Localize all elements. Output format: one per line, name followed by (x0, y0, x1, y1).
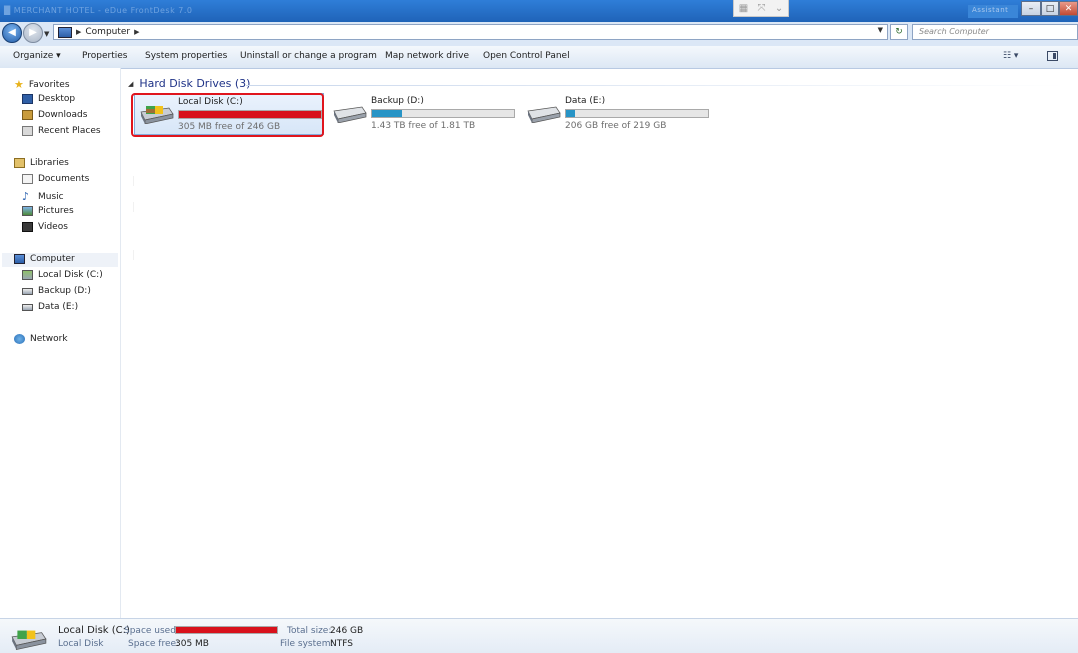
star-icon: ★ (14, 78, 24, 91)
libraries-icon (14, 158, 25, 168)
breadcrumb-separator-icon[interactable]: ▶ (76, 28, 81, 36)
nav-item-computer[interactable]: Computer (14, 254, 75, 264)
drive-free-space: 1.43 TB free of 1.81 TB (371, 121, 476, 131)
search-input[interactable]: Search Computer (912, 24, 1078, 40)
command-bar: Organize ▾ Properties System properties … (0, 46, 1078, 69)
details-drive-type: Local Disk (58, 639, 104, 649)
nav-item-documents[interactable]: Documents (22, 174, 89, 184)
drive-name: Backup (D:) (371, 96, 424, 106)
drive-icon (527, 106, 561, 123)
uninstall-button[interactable]: Uninstall or change a program (240, 51, 377, 61)
faint-mark (133, 202, 134, 212)
nav-item-recent-places[interactable]: Recent Places (22, 126, 101, 136)
system-drive-icon (11, 630, 47, 650)
navigation-pane: ★ Favorites Desktop Downloads Recent Pla… (0, 68, 121, 618)
nav-item-network[interactable]: Network (14, 334, 68, 344)
faint-mark (133, 176, 134, 186)
title-bar: █ MERCHANT HOTEL - eDue FrontDesk 7.0 ▦ … (0, 0, 1078, 22)
ghost-user: Assistant (968, 5, 1018, 18)
close-button[interactable]: ✕ (1059, 1, 1078, 16)
organize-button[interactable]: Organize ▾ (13, 51, 61, 61)
recent-pages-dropdown-icon[interactable]: ▼ (44, 30, 49, 38)
open-control-panel-button[interactable]: Open Control Panel (483, 51, 570, 61)
nav-item-pictures[interactable]: Pictures (22, 206, 74, 216)
minimize-button[interactable]: – (1021, 1, 1041, 16)
drive-usage-fill (566, 110, 575, 117)
nav-item-music[interactable]: ♪ Music (22, 190, 64, 203)
music-icon: ♪ (22, 190, 30, 203)
drive-icon (333, 106, 367, 123)
breadcrumb-separator-icon[interactable]: ▶ (134, 28, 139, 36)
details-pane: Local Disk (C:) Local Disk Space used: S… (0, 618, 1078, 653)
highlight-annotation-frame (131, 93, 324, 137)
drive-usage-bar (371, 109, 515, 118)
total-size-label: Total size: (287, 626, 332, 636)
space-free-value: 305 MB (175, 639, 209, 649)
group-divider (246, 85, 1066, 86)
videos-icon (22, 222, 33, 232)
grid-icon[interactable]: ▦ (739, 3, 748, 14)
computer-icon (14, 254, 25, 264)
maximize-button[interactable]: □ (1041, 1, 1059, 16)
nav-item-desktop[interactable]: Desktop (22, 94, 75, 104)
drive-icon (22, 287, 33, 295)
nav-item-downloads[interactable]: Downloads (22, 110, 87, 120)
drive-name: Data (E:) (565, 96, 606, 106)
nav-item-videos[interactable]: Videos (22, 222, 68, 232)
details-usage-fill (176, 627, 277, 633)
nav-item-data-e[interactable]: Data (E:) (22, 302, 78, 312)
drive-tile[interactable]: Backup (D:) 1.43 TB free of 1.81 TB (328, 93, 518, 135)
properties-button[interactable]: Properties (82, 51, 127, 61)
content-area: ◢ Hard Disk Drives (3) Local Disk (C:) 3… (122, 68, 1078, 618)
file-system-value: NTFS (330, 639, 353, 649)
preview-pane-icon[interactable] (1047, 51, 1058, 61)
documents-icon (22, 174, 33, 184)
nav-item-favorites[interactable]: ★ Favorites (14, 78, 70, 91)
nav-item-local-disk-c[interactable]: Local Disk (C:) (22, 270, 103, 280)
pictures-icon (22, 206, 33, 216)
desktop-icon (22, 94, 33, 104)
total-size-value: 246 GB (330, 626, 364, 636)
overlay-toolbar[interactable]: ▦ ⤧ ⌄ (733, 0, 789, 17)
network-icon (14, 334, 25, 344)
drive-usage-fill (372, 110, 402, 117)
collapse-triangle-icon[interactable]: ◢ (128, 80, 133, 88)
computer-icon (58, 26, 72, 38)
system-properties-button[interactable]: System properties (145, 51, 227, 61)
space-free-label: Space free: (128, 639, 180, 649)
space-used-label: Space used: (124, 626, 179, 636)
group-header[interactable]: ◢ Hard Disk Drives (3) (128, 77, 1066, 90)
address-row: ◀ ▶ ▼ ▶ Computer ▶ ▼ ↻ Search Computer (0, 22, 1078, 47)
change-view-icon[interactable]: ☷ ▾ (1003, 51, 1018, 61)
file-system-label: File system: (280, 639, 334, 649)
drive-free-space: 206 GB free of 219 GB (565, 121, 667, 131)
recent-places-icon (22, 126, 33, 136)
nav-item-libraries[interactable]: Libraries (14, 158, 69, 168)
address-dropdown-icon[interactable]: ▼ (878, 26, 883, 34)
map-network-drive-button[interactable]: Map network drive (385, 51, 469, 61)
address-bar[interactable]: ▶ Computer ▶ ▼ (53, 24, 888, 40)
breadcrumb-computer[interactable]: Computer (85, 27, 130, 37)
system-drive-icon (22, 270, 33, 280)
drive-icon (22, 303, 33, 311)
downloads-icon (22, 110, 33, 120)
back-button[interactable]: ◀ (2, 23, 22, 43)
refresh-button[interactable]: ↻ (890, 24, 908, 40)
ghost-window-title: █ MERCHANT HOTEL - eDue FrontDesk 7.0 (4, 6, 193, 15)
chevron-down-icon[interactable]: ⌄ (775, 3, 783, 14)
details-drive-name: Local Disk (C:) (58, 625, 130, 636)
drive-usage-bar (565, 109, 709, 118)
drive-tile[interactable]: Data (E:) 206 GB free of 219 GB (522, 93, 712, 135)
details-usage-bar (175, 626, 278, 634)
forward-button[interactable]: ▶ (23, 23, 43, 43)
faint-mark (133, 250, 134, 260)
nav-item-backup-d[interactable]: Backup (D:) (22, 286, 91, 296)
expand-icon[interactable]: ⤧ (758, 3, 766, 14)
